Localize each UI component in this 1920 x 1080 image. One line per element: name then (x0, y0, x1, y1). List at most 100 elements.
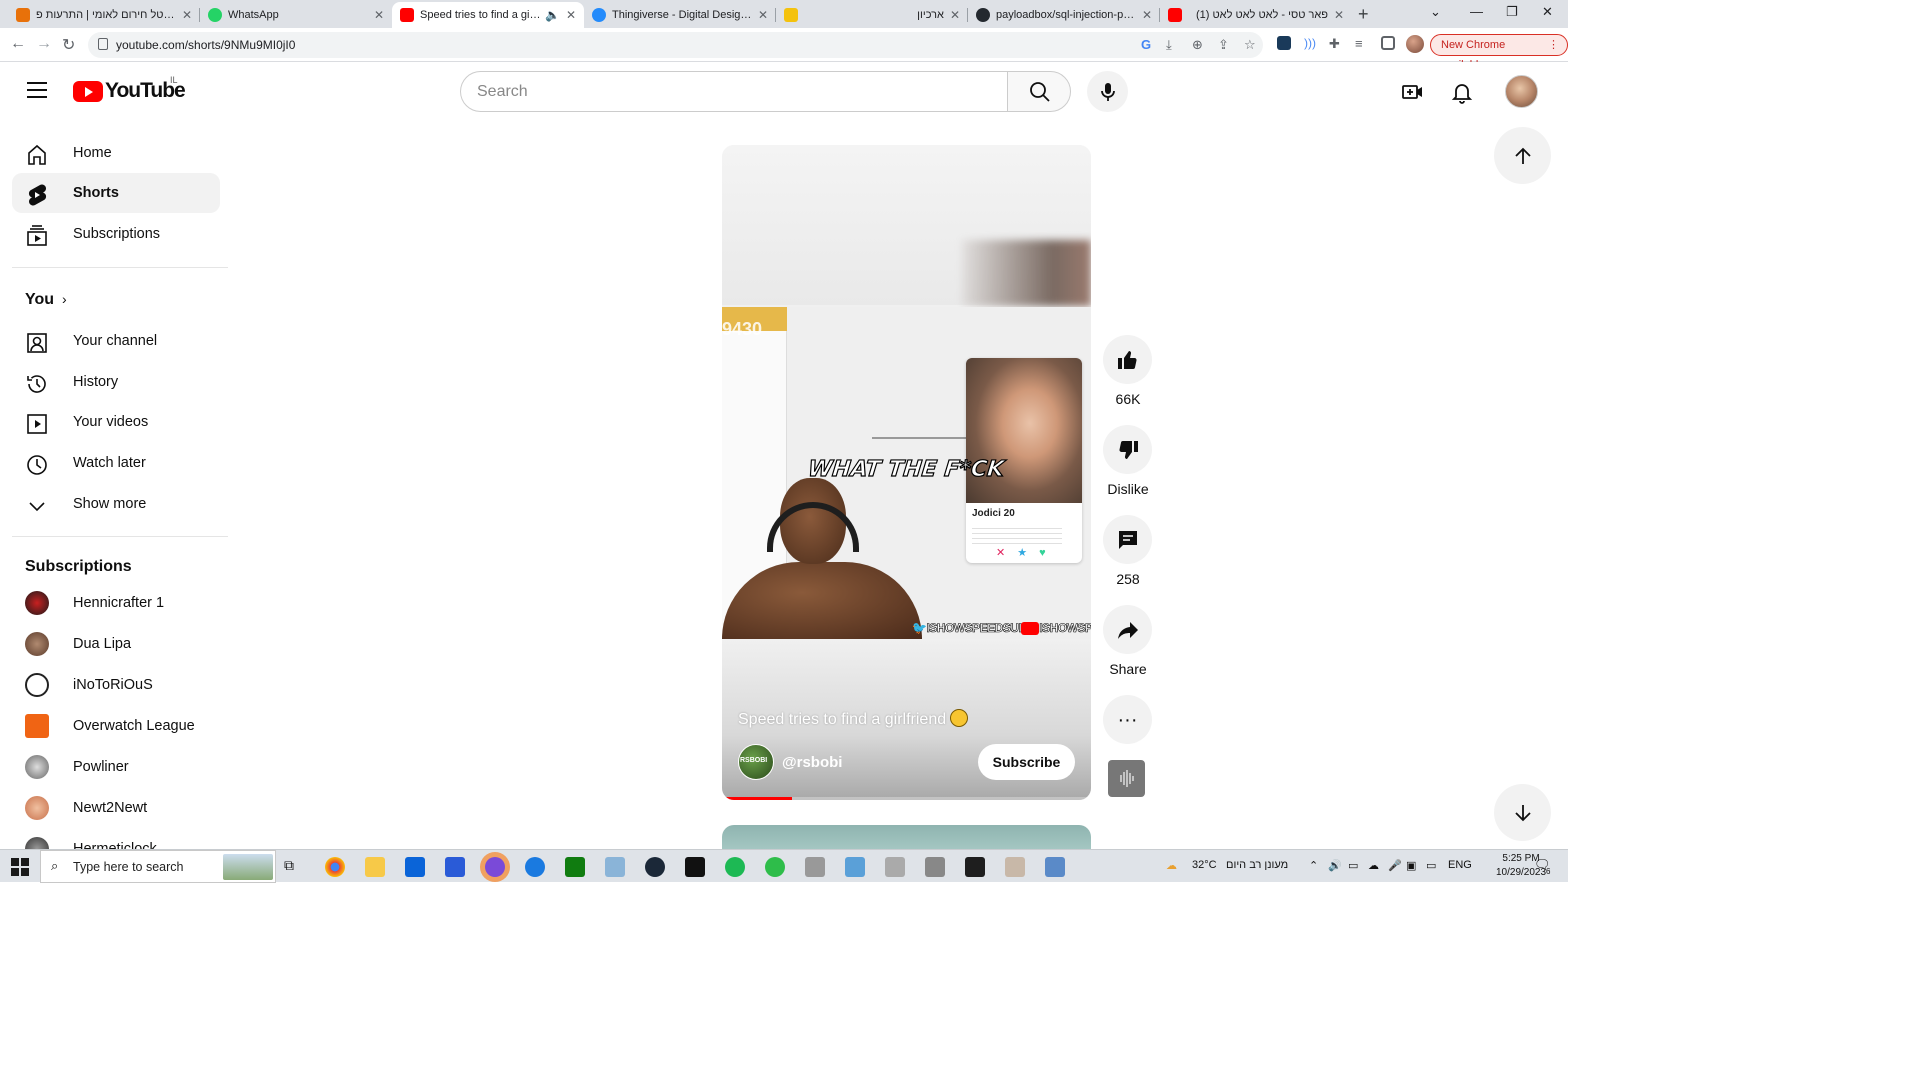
close-tab-icon[interactable]: ✕ (566, 8, 576, 22)
voice-search-button[interactable] (1087, 71, 1128, 112)
weather-description[interactable]: מעונן רב היום (1226, 859, 1288, 871)
app-icon[interactable] (805, 857, 825, 877)
volume-icon[interactable]: 🔊 (1328, 859, 1342, 872)
taskbar-search[interactable]: ⌕ Type here to search (40, 850, 276, 883)
channel-name[interactable]: @rsbobi (782, 754, 842, 771)
zoom-icon[interactable]: ⊕ (1192, 37, 1203, 53)
wifi-icon[interactable]: ▭ (1426, 859, 1436, 872)
menu-hamburger-icon[interactable] (27, 82, 47, 98)
subscribe-button[interactable]: Subscribe (978, 744, 1075, 780)
search-button[interactable] (1007, 71, 1071, 112)
address-bar[interactable]: youtube.com/shorts/9NMu9MI0jI0 G ⤓ ⊕ ⇪ ☆ (88, 32, 1263, 58)
close-tab-icon[interactable]: ✕ (758, 8, 768, 22)
language-indicator[interactable]: ENG (1448, 859, 1472, 871)
search-input[interactable] (461, 72, 1008, 111)
media-controls-icon[interactable]: ≡ (1355, 36, 1369, 51)
weather-icon[interactable]: ☁ (1166, 859, 1177, 872)
like-button[interactable] (1103, 335, 1152, 384)
menu-dots-icon[interactable]: ⋮ (1548, 35, 1559, 55)
chrome-icon[interactable] (325, 857, 345, 877)
reload-icon[interactable]: ↻ (62, 35, 75, 55)
photos-icon[interactable] (605, 857, 625, 877)
close-window-button[interactable]: ✕ (1542, 4, 1553, 20)
google-translate-icon[interactable]: G (1141, 37, 1151, 52)
bookmark-star-icon[interactable]: ☆ (1244, 37, 1256, 53)
tab-search-icon[interactable]: ⌄ (1430, 4, 1441, 20)
app-icon[interactable] (885, 857, 905, 877)
install-app-icon[interactable]: ⤓ (1166, 37, 1172, 53)
sidebar-item-history[interactable]: History (12, 362, 220, 402)
sidebar-item-your-videos[interactable]: Your videos (12, 402, 220, 442)
share-icon[interactable]: ⇪ (1218, 37, 1229, 53)
app-icon[interactable] (845, 857, 865, 877)
extension-icon[interactable] (1277, 36, 1291, 50)
extension-voice-icon[interactable]: ))) (1303, 36, 1317, 50)
app-icon[interactable] (1005, 857, 1025, 877)
close-tab-icon[interactable]: ✕ (950, 8, 960, 22)
subscription-item[interactable]: Powliner (12, 747, 220, 787)
subscription-item[interactable]: Hermeticlock (12, 829, 220, 850)
side-panel-icon[interactable] (1381, 36, 1395, 50)
sidebar-item-watch-later[interactable]: Watch later (12, 443, 220, 483)
previous-short-button[interactable] (1494, 127, 1551, 184)
sound-source-button[interactable] (1108, 760, 1145, 797)
steam-icon[interactable] (645, 857, 665, 877)
next-short-button[interactable] (1494, 784, 1551, 841)
subscription-item[interactable]: iNoToRiOuS (12, 665, 220, 705)
app-icon[interactable] (925, 857, 945, 877)
windows-start-icon[interactable] (11, 858, 29, 876)
lock-icon[interactable] (98, 38, 108, 50)
sidebar-item-your-channel[interactable]: Your channel (12, 321, 220, 361)
extensions-puzzle-icon[interactable]: ✚ (1329, 36, 1343, 51)
show-hidden-icons-icon[interactable]: ⌃ (1309, 859, 1318, 872)
browser-tab[interactable]: payloadbox/sql-injection-paylo ✕ (968, 2, 1160, 28)
task-view-icon[interactable]: ⧉ (284, 857, 304, 877)
mail-icon[interactable] (405, 857, 425, 877)
app-icon[interactable] (685, 857, 705, 877)
display-icon[interactable]: ▣ (1406, 859, 1416, 872)
progress-bar[interactable] (722, 797, 1091, 800)
network-icon[interactable]: ▭ (1348, 859, 1358, 872)
short-title[interactable]: Speed tries to find a girlfriend (738, 709, 969, 729)
browser-tab[interactable]: Thingiverse - Digital Designs fo ✕ (584, 2, 776, 28)
app-icon[interactable] (525, 857, 545, 877)
discord-icon[interactable] (485, 857, 505, 877)
onedrive-icon[interactable]: ☁ (1368, 859, 1379, 872)
close-tab-icon[interactable]: ✕ (1334, 8, 1344, 22)
update-chrome-button[interactable]: New Chrome available⋮ (1430, 34, 1568, 71)
subscription-item[interactable]: Hennicrafter 1 (12, 583, 220, 623)
close-tab-icon[interactable]: ✕ (374, 8, 384, 22)
minimize-button[interactable]: — (1470, 4, 1483, 19)
account-avatar[interactable] (1505, 75, 1538, 108)
microphone-tray-icon[interactable]: 🎤 (1388, 859, 1402, 872)
subscription-item[interactable]: Dua Lipa (12, 624, 220, 664)
file-explorer-icon[interactable] (365, 857, 385, 877)
subscription-item[interactable]: Newt2Newt (12, 788, 220, 828)
create-video-icon[interactable] (1401, 80, 1425, 104)
chrome-profile-avatar[interactable] (1406, 35, 1424, 53)
mute-tab-icon[interactable]: 🔈 (545, 8, 560, 22)
browser-tab[interactable]: ארכיון ✕ (776, 2, 968, 28)
new-tab-button[interactable]: + (1358, 4, 1369, 25)
store-icon[interactable] (445, 857, 465, 877)
shorts-player[interactable]: 9430 Jodici 20 ✕★♥ WHAT THE F*CK 🐦ISHOWS… (722, 145, 1091, 800)
close-tab-icon[interactable]: ✕ (182, 8, 192, 22)
browser-tab[interactable]: (1) פאר טסי - לאט לאט לאט ✕ (1160, 2, 1352, 28)
sidebar-item-subscriptions[interactable]: Subscriptions (12, 214, 220, 254)
sidebar-item-show-more[interactable]: Show more (12, 484, 220, 524)
url-text[interactable]: youtube.com/shorts/9NMu9MI0jI0 (116, 38, 295, 52)
youtube-logo[interactable]: YouTube IL (73, 75, 186, 103)
forward-icon[interactable]: → (36, 35, 52, 53)
browser-tab-active[interactable]: Speed tries to find a girlfrie 🔈 ✕ (392, 2, 584, 28)
weather-temperature[interactable]: 32°C (1192, 859, 1217, 871)
xbox-icon[interactable] (565, 857, 585, 877)
browser-tab[interactable]: פורטל חירום לאומי | התרעות פ ✕ (8, 2, 200, 28)
browser-tab[interactable]: WhatsApp ✕ (200, 2, 392, 28)
maximize-button[interactable]: ❐ (1506, 4, 1518, 20)
calculator-icon[interactable] (1045, 857, 1065, 877)
dislike-button[interactable] (1103, 425, 1152, 474)
spotify-icon[interactable] (725, 857, 745, 877)
back-icon[interactable]: ← (10, 35, 26, 53)
notifications-bell-icon[interactable] (1450, 80, 1474, 104)
you-section-heading[interactable]: You › (12, 280, 220, 320)
